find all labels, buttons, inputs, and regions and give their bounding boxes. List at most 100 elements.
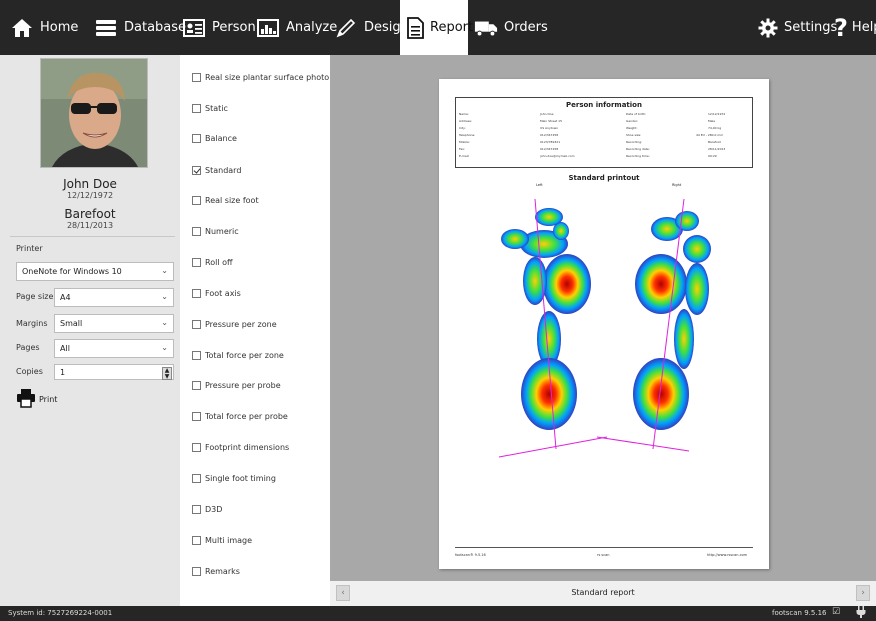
checkbox-box[interactable] — [192, 473, 201, 483]
info-key: Weight: — [626, 126, 638, 130]
info-value: Main Street 15 — [540, 119, 563, 123]
checkbox-item[interactable]: Real size foot — [192, 193, 259, 207]
info-key: City: — [459, 126, 466, 130]
patient-name: John Doe — [63, 177, 117, 191]
orders-truck-icon — [474, 16, 498, 40]
next-page-button[interactable]: › — [856, 585, 870, 601]
checkbox-box[interactable] — [192, 195, 201, 205]
checkbox-label: Footprint dimensions — [205, 442, 290, 452]
checkbox-box[interactable] — [192, 442, 201, 452]
checkbox-item[interactable]: Pressure per zone — [192, 317, 277, 331]
chevron-down-icon: ⌄ — [161, 292, 168, 301]
nav-analyze[interactable]: Analyze — [256, 0, 337, 55]
checkbox-item[interactable]: Real size plantar surface photo — [192, 70, 329, 84]
checkbox-label: Pressure per probe — [205, 380, 281, 390]
checkbox-item[interactable]: Total force per probe — [192, 409, 288, 423]
margins-value: Small — [60, 319, 83, 328]
info-value: 12/12/1972 — [708, 112, 726, 116]
patient-photo — [40, 58, 148, 168]
chevron-down-icon: ⌄ — [161, 318, 168, 327]
info-value: 012/347258 — [540, 133, 559, 137]
page-footer-divider — [455, 547, 753, 548]
checkbox-item[interactable]: Multi image — [192, 533, 252, 547]
pages-select[interactable]: All ⌄ — [54, 339, 174, 358]
nav-help[interactable]: ? Help — [834, 0, 876, 55]
checkbox-item[interactable]: Standard — [192, 163, 241, 177]
checkbox-item[interactable]: D3D — [192, 502, 222, 516]
checkbox-box[interactable] — [192, 566, 201, 576]
printer-select[interactable]: OneNote for Windows 10 ⌄ — [16, 262, 174, 281]
info-value: john.doe@mymail.com — [540, 154, 575, 158]
divider — [10, 236, 175, 237]
checkbox-box[interactable] — [192, 226, 201, 236]
nav-report[interactable]: Report — [400, 0, 473, 55]
checkbox-item[interactable]: Foot axis — [192, 286, 241, 300]
checkbox-label: Real size plantar surface photo — [205, 72, 330, 82]
info-key: Gender: — [626, 119, 639, 123]
system-id: System id: 7527269224-0001 — [8, 609, 113, 617]
checkbox-box[interactable] — [192, 72, 201, 82]
checkbox-item[interactable]: Footprint dimensions — [192, 440, 289, 454]
checkbox-label: Roll off — [205, 257, 233, 267]
info-key: E-mail: — [459, 154, 470, 158]
print-button[interactable]: Print — [16, 388, 57, 410]
recording-date: 28/11/2013 — [66, 221, 114, 230]
checkbox-box[interactable] — [192, 319, 201, 329]
checkbox-box[interactable] — [192, 504, 201, 514]
database-icon — [94, 16, 118, 40]
analyze-icon — [256, 16, 280, 40]
checkbox-box[interactable] — [192, 535, 201, 545]
nav-orders[interactable]: Orders — [474, 0, 548, 55]
checkbox-box[interactable] — [192, 380, 201, 390]
stepper-arrows-icon[interactable]: ▲ ▼ — [162, 367, 172, 380]
report-section-list: Real size plantar surface photo Static B… — [180, 55, 330, 606]
margins-select[interactable]: Small ⌄ — [54, 314, 174, 333]
checkbox-label: Total force per zone — [205, 350, 284, 360]
nav-person-label: Person — [212, 20, 256, 35]
checkbox-label: Pressure per zone — [205, 319, 277, 329]
right-footprint — [596, 198, 711, 452]
nav-home-label: Home — [40, 20, 79, 35]
checkbox-item[interactable]: Remarks — [192, 564, 240, 578]
pages-value: All — [60, 344, 70, 353]
chevron-right-icon: › — [861, 588, 865, 598]
page-size-select[interactable]: A4 ⌄ — [54, 288, 174, 307]
person-information-box: Person information Name: John Doe Addres… — [455, 97, 753, 168]
info-key: Recording: — [626, 140, 643, 144]
info-value: 09:29 — [708, 154, 717, 158]
checkbox-item[interactable]: Static — [192, 101, 228, 115]
nav-database[interactable]: Database — [94, 0, 186, 55]
checkbox-label: Remarks — [205, 566, 240, 576]
checkbox-label: Static — [205, 103, 228, 113]
checkbox-box[interactable] — [192, 257, 201, 267]
nav-home[interactable]: Home — [10, 0, 78, 55]
nav-design[interactable]: Design — [334, 0, 409, 55]
checkbox-item[interactable]: Total force per zone — [192, 348, 284, 362]
checkbox-box[interactable] — [192, 103, 201, 113]
printout-title: Standard printout — [568, 174, 640, 182]
copies-input[interactable]: 1 ▲ ▼ — [54, 364, 174, 380]
nav-settings[interactable]: Settings — [756, 0, 837, 55]
checkbox-label: Real size foot — [205, 195, 259, 205]
checkbox-label: Multi image — [205, 535, 253, 545]
preview-navigation-bar: ‹ Standard report › — [330, 581, 876, 606]
checkbox-box-checked[interactable] — [192, 165, 201, 175]
checkbox-box[interactable] — [192, 288, 201, 298]
report-document-icon — [406, 16, 424, 40]
checkbox-box[interactable] — [192, 350, 201, 360]
checkbox-item[interactable]: Single foot timing — [192, 471, 276, 485]
checkbox-item[interactable]: Balance — [192, 131, 237, 145]
nav-report-label: Report — [430, 20, 474, 35]
nav-person[interactable]: Person — [182, 0, 256, 55]
checkbox-item[interactable]: Numeric — [192, 224, 239, 238]
checkbox-label: D3D — [205, 504, 223, 514]
page-footer-right: http://www.rsscan.com — [707, 553, 748, 557]
info-key: Mobile: — [459, 140, 470, 144]
checkbox-item[interactable]: Roll off — [192, 255, 233, 269]
patient-print-panel: John Doe 12/12/1972 Barefoot 28/11/2013 … — [0, 55, 180, 606]
info-key: Recording time: — [626, 154, 650, 158]
checkbox-box[interactable] — [192, 411, 201, 421]
checkbox-item[interactable]: Pressure per probe — [192, 378, 281, 392]
checkbox-box[interactable] — [192, 133, 201, 143]
info-value: 74,00 kg — [708, 126, 722, 130]
